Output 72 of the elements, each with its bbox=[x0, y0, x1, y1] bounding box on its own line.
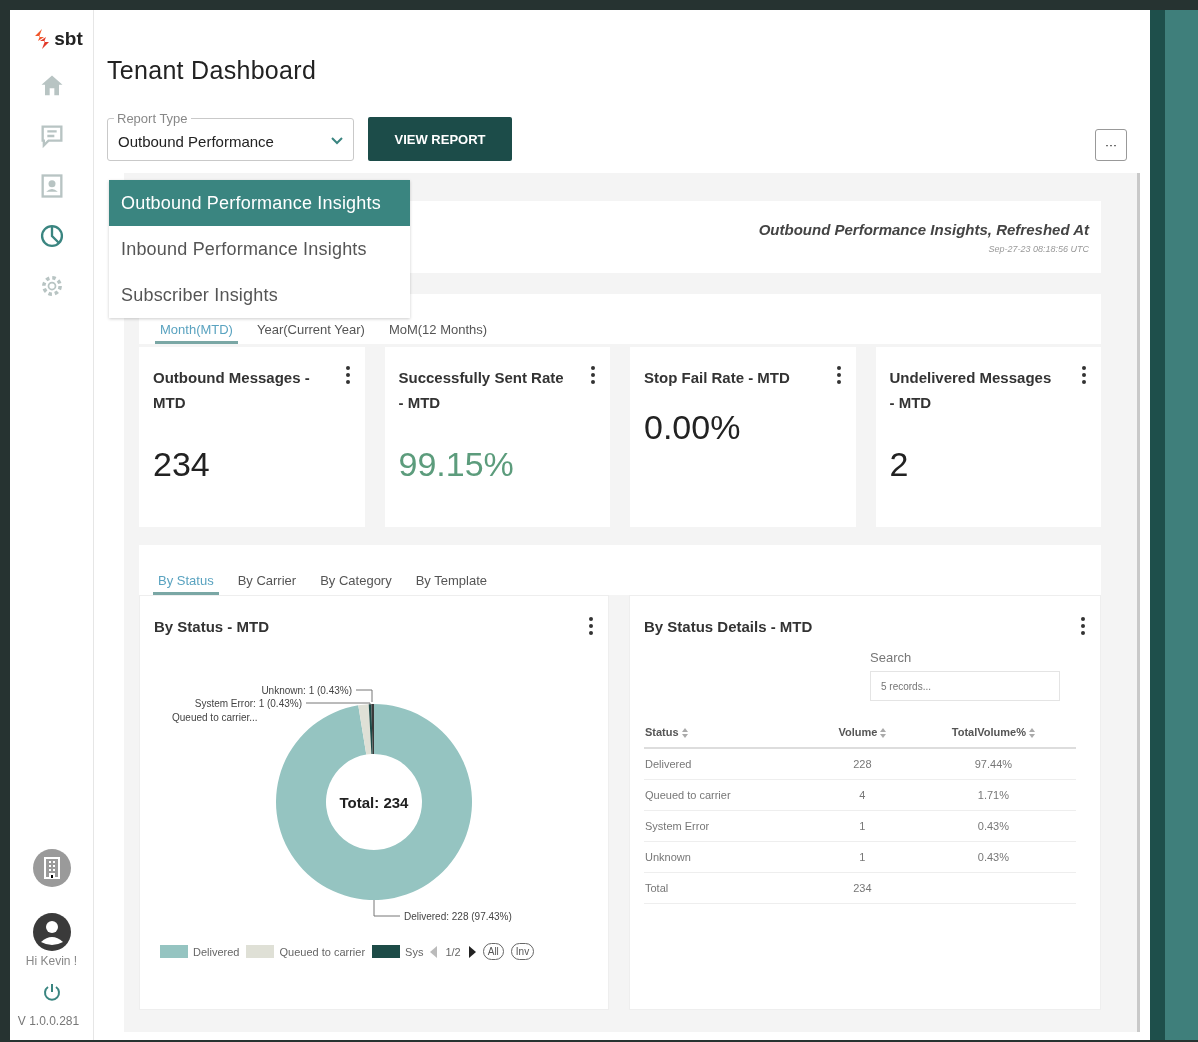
sort-icon[interactable] bbox=[880, 728, 887, 739]
more-options-icon[interactable] bbox=[588, 616, 594, 636]
building-icon[interactable] bbox=[31, 848, 72, 888]
more-options-icon[interactable] bbox=[590, 365, 596, 385]
table-cell: System Error bbox=[645, 820, 710, 832]
slice-label: System Error: 1 (0.43%) bbox=[194, 698, 302, 709]
table-cell: 234 bbox=[853, 882, 872, 894]
more-button[interactable]: ··· bbox=[1095, 129, 1127, 161]
legend-label[interactable]: Delivered bbox=[193, 945, 240, 958]
breakdown-tab[interactable]: By Template bbox=[410, 573, 492, 595]
more-options-icon[interactable] bbox=[1080, 616, 1086, 636]
table-cell: 97.44% bbox=[974, 758, 1013, 770]
table-cell: 0.43% bbox=[977, 851, 1009, 863]
page-title: Tenant Dashboard bbox=[107, 56, 318, 85]
table-cell: Unknown bbox=[645, 851, 691, 863]
kpi-value: 2 bbox=[889, 445, 910, 484]
column-header[interactable]: Status bbox=[644, 717, 814, 748]
table-cell: 1.71% bbox=[977, 789, 1009, 801]
table-cell: 1 bbox=[859, 820, 866, 832]
refresh-title: Outbound Performance Insights, Refreshed At bbox=[758, 220, 1089, 238]
center-label: Total: 234 bbox=[339, 794, 409, 811]
more-options-icon[interactable] bbox=[344, 365, 351, 385]
leader-line bbox=[373, 899, 401, 917]
more-options-icon[interactable] bbox=[835, 365, 842, 385]
period-tab[interactable]: Year(Current Year) bbox=[251, 322, 370, 344]
kpi-title: Successfully Sent Rate - MTD bbox=[398, 368, 565, 413]
breakdown-tab[interactable]: By Category bbox=[315, 573, 397, 595]
legend-page: 1/2 bbox=[445, 945, 461, 958]
panel-title: By Status Details - MTD bbox=[644, 617, 813, 635]
table-cell: 228 bbox=[853, 758, 872, 770]
version-label: V 1.0.0.281 bbox=[17, 1014, 80, 1028]
table-cell: Delivered bbox=[645, 758, 692, 770]
table-cell: 4 bbox=[859, 789, 866, 801]
kpi-value: 99.15% bbox=[398, 445, 515, 484]
view-report-button[interactable]: VIEW REPORT bbox=[368, 117, 512, 161]
logo-text: sbt bbox=[54, 28, 83, 50]
legend-label[interactable]: Sys bbox=[405, 945, 424, 958]
slice-label: Unknown: 1 (0.43%) bbox=[261, 685, 352, 696]
table-cell: 1 bbox=[859, 851, 866, 863]
power-icon[interactable] bbox=[41, 982, 62, 1002]
user-greeting: Hi Kevin ! bbox=[25, 954, 78, 968]
dropdown-option[interactable]: Inbound Performance Insights bbox=[109, 226, 410, 272]
table-cell: 0.43% bbox=[977, 820, 1009, 832]
kpi-value: 0.00% bbox=[644, 408, 742, 447]
chevron-down-icon bbox=[331, 137, 343, 145]
dropdown-option[interactable]: Outbound Performance Insights bbox=[109, 180, 410, 226]
slice-label: Delivered: 228 (97.43%) bbox=[404, 911, 512, 922]
kpi-value: 234 bbox=[153, 445, 211, 484]
column-header[interactable]: Volume bbox=[813, 717, 911, 748]
refresh-timestamp: Sep-27-23 08:18:56 UTC bbox=[988, 243, 1089, 254]
more-options-icon[interactable] bbox=[1081, 365, 1087, 385]
slice-label: Queued to carrier... bbox=[172, 712, 258, 723]
sort-icon[interactable] bbox=[1028, 728, 1035, 739]
legend-label[interactable]: Queued to carrier bbox=[279, 945, 366, 958]
kpi-title: Stop Fail Rate - MTD bbox=[644, 368, 790, 388]
table-cell: Queued to carrier bbox=[645, 789, 731, 801]
search-label: Search bbox=[870, 650, 913, 665]
table-cell: Total bbox=[645, 882, 669, 894]
kpi-title: Outbound Messages - MTD bbox=[153, 368, 311, 413]
report-type-select[interactable]: Report Type Outbound Performance bbox=[107, 111, 354, 161]
column-header[interactable]: TotalVolume% bbox=[910, 717, 1076, 748]
search-field[interactable]: 5 records... bbox=[870, 671, 1060, 701]
legend-button[interactable]: Inv bbox=[510, 943, 535, 960]
dropdown-option[interactable]: Subscriber Insights bbox=[109, 272, 410, 318]
sort-icon[interactable] bbox=[681, 728, 688, 739]
period-tab[interactable]: MoM(12 Months) bbox=[383, 322, 493, 344]
panel-title: By Status - MTD bbox=[154, 617, 269, 635]
legend-button[interactable]: All bbox=[482, 943, 504, 960]
user-avatar-icon[interactable] bbox=[31, 912, 72, 952]
next-page-icon[interactable] bbox=[467, 945, 476, 958]
breakdown-tab[interactable]: By Carrier bbox=[232, 573, 302, 595]
kpi-title: Undelivered Messages - MTD bbox=[889, 368, 1053, 413]
